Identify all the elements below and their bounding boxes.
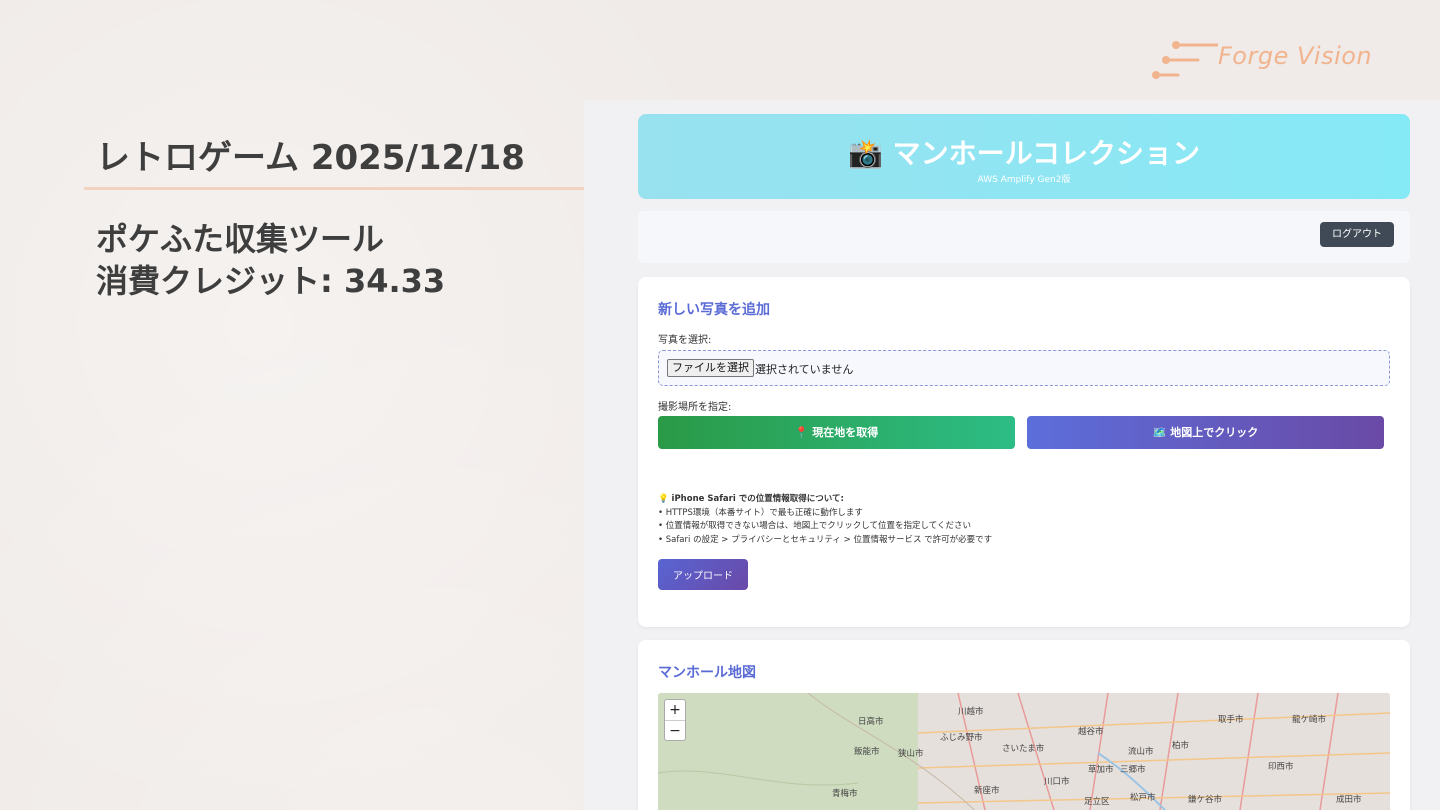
map-title: マンホール地図 xyxy=(658,665,756,681)
slide-title: レトロゲーム 2025/12/18 xyxy=(96,138,525,178)
map-city-label: 青梅市 xyxy=(832,789,858,799)
click-on-map-button[interactable]: 🗺️ 地図上でクリック xyxy=(1027,416,1384,449)
map-city-label: 越谷市 xyxy=(1078,727,1104,737)
add-photo-card: 新しい写真を追加 写真を選択: ファイルを選択 選択されていません 撮影場所を指… xyxy=(638,277,1410,627)
map-city-label: 柏市 xyxy=(1172,741,1190,751)
map-city-label: 日高市 xyxy=(858,717,884,727)
map-city-label: さいたま市 xyxy=(1002,744,1045,754)
zoom-out-button[interactable]: − xyxy=(665,720,685,740)
map-city-label: 流山市 xyxy=(1128,747,1154,757)
map-city-label: ふじみ野市 xyxy=(940,733,983,743)
map-city-label: 三郷市 xyxy=(1120,765,1146,775)
slide-subtitle: ポケふた収集ツール 消費クレジット: 34.33 xyxy=(96,218,445,302)
logout-button[interactable]: ログアウト xyxy=(1320,222,1394,247)
map-city-label: 新座市 xyxy=(974,786,1000,796)
zoom-in-button[interactable]: + xyxy=(665,700,685,720)
file-status: 選択されていません xyxy=(755,363,854,376)
map-city-label: 草加市 xyxy=(1088,765,1114,775)
map-city-label: 鎌ケ谷市 xyxy=(1188,795,1223,805)
map-city-label: 龍ケ崎市 xyxy=(1292,715,1327,725)
safari-location-notes: 💡 iPhone Safari での位置情報取得について: • HTTPS環境（… xyxy=(658,493,992,547)
location-label: 撮影場所を指定: xyxy=(658,402,732,413)
map-city-label: 成田市 xyxy=(1336,795,1362,805)
title-divider xyxy=(84,187,584,190)
logo-text: Forge Vision xyxy=(1218,42,1373,70)
map-city-label: 川口市 xyxy=(1044,777,1070,787)
photo-select-label: 写真を選択: xyxy=(658,335,712,346)
app-subtitle: AWS Amplify Gen2版 xyxy=(977,175,1071,185)
upload-button[interactable]: アップロード xyxy=(658,559,748,590)
map-city-label: 川越市 xyxy=(958,707,984,717)
file-input[interactable]: ファイルを選択 選択されていません xyxy=(658,350,1390,386)
notes-heading: 💡 iPhone Safari での位置情報取得について: xyxy=(658,494,844,504)
app-header: 📸 マンホールコレクション AWS Amplify Gen2版 xyxy=(638,114,1410,199)
map-city-label: 足立区 xyxy=(1084,797,1110,807)
subtitle-line-tool: ポケふた収集ツール xyxy=(96,220,385,258)
map-city-label: 飯能市 xyxy=(854,747,880,757)
note-item: • HTTPS環境（本番サイト）で最も正確に動作します xyxy=(658,507,863,518)
map-city-label: 松戸市 xyxy=(1130,793,1156,803)
forge-vision-logo: Forge Vision xyxy=(1148,38,1388,84)
logo-mark-icon xyxy=(1152,41,1220,79)
subtitle-line-credits: 消費クレジット: 34.33 xyxy=(96,262,446,300)
map-city-label: 印西市 xyxy=(1268,762,1294,772)
choose-file-button[interactable]: ファイルを選択 xyxy=(667,359,754,377)
manhole-map[interactable]: + − 日高市 川越市 ふじみ野市 越谷市 取手市 龍ケ崎市 飯能市 狭山市 さ… xyxy=(658,693,1390,810)
note-item: • 位置情報が取得できない場合は、地図上でクリックして位置を指定してください xyxy=(658,521,971,531)
add-photo-title: 新しい写真を追加 xyxy=(658,302,770,318)
app-title: 📸 マンホールコレクション xyxy=(847,137,1201,170)
map-city-label: 取手市 xyxy=(1218,715,1244,725)
map-zoom-control: + − xyxy=(664,699,686,741)
app-screenshot: 📸 マンホールコレクション AWS Amplify Gen2版 ログアウト 新し… xyxy=(584,100,1440,810)
nav-bar: ログアウト xyxy=(638,211,1410,263)
manhole-map-card: マンホール地図 + − 日高市 川越市 ふじみ野市 越谷市 取手市 龍ケ崎市 飯… xyxy=(638,640,1410,810)
map-city-label: 狭山市 xyxy=(898,749,924,759)
get-current-location-button[interactable]: 📍 現在地を取得 xyxy=(658,416,1015,449)
note-item: • Safari の設定 > プライバシーとセキュリティ > 位置情報サービス … xyxy=(658,534,993,545)
